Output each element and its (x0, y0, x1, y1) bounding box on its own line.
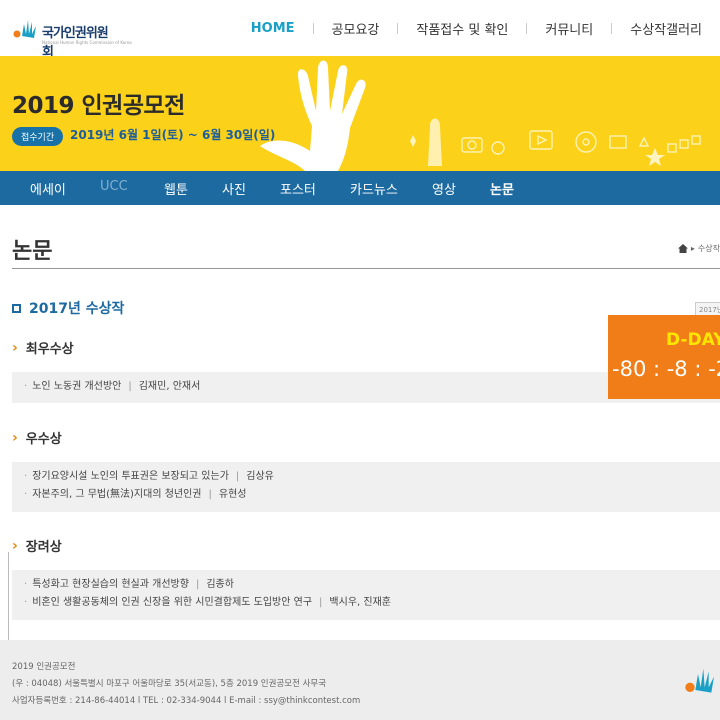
award-title: 장려상 (25, 540, 62, 555)
nav-community[interactable]: 커뮤니티 (527, 19, 611, 38)
tab-cardnews[interactable]: 카드뉴스 (350, 179, 398, 198)
banner-date-range: 2019년 6월 1일(토) ~ 6월 30일(일) (70, 128, 276, 142)
year-select-tab[interactable]: 2017년 (695, 302, 720, 316)
chevron-right-icon: › (12, 537, 18, 554)
footer-contact: 사업자등록번호 : 214-86-44014 l TEL : 02-334-90… (12, 696, 361, 706)
list-item[interactable]: · 특성화고 현장실습의 현실과 개선방향 | 김종하 (24, 576, 708, 594)
bullet-icon: · (24, 597, 28, 608)
award-heading: › 최우수상 (12, 338, 74, 358)
category-tabs: 에세이 UCC 웹툰 사진 포스터 카드뉴스 영상 논문 (0, 171, 720, 205)
breadcrumb-item[interactable]: 수상작 (698, 243, 720, 254)
work-title: 자본주의, 그 무법(無法)지대의 청년인권 (32, 489, 202, 500)
bullet-icon: · (24, 489, 28, 500)
bullet-icon: · (24, 471, 28, 482)
hero-banner: 2019 인권공모전 접수기간 2019년 6월 1일(토) ~ 6월 30일(… (0, 56, 720, 171)
hand-illustration-icon (260, 60, 366, 171)
award-title: 우수상 (25, 432, 62, 447)
chevron-right-icon: › (12, 429, 18, 446)
work-authors: 김재민, 안재서 (138, 381, 201, 392)
list-item[interactable]: · 비혼인 생활공동체의 인권 신장을 위한 시민결합제도 도입방안 연구 | 백시우… (24, 594, 708, 612)
tab-ucc[interactable]: UCC (100, 179, 128, 194)
award-entry-list: · 장기요양시설 노인의 투표권은 보장되고 있는가 | 김상유 · 자본주의, 그 무… (12, 462, 720, 512)
nav-home[interactable]: HOME (233, 21, 313, 36)
work-title: 특성화고 현장실습의 현실과 개선방향 (32, 579, 189, 590)
year-heading-text: 2017년 수상작 (29, 301, 125, 317)
square-bullet-icon (12, 303, 21, 313)
work-authors: 김종하 (206, 579, 234, 590)
title-divider (12, 268, 720, 269)
nav-submission[interactable]: 작품접수 및 확인 (398, 19, 526, 38)
separator: | (235, 471, 240, 482)
logo-hand-icon (13, 20, 36, 38)
footer-address: (우 : 04048) 서울특별시 마포구 어울마당로 35(서교동), 5층 … (12, 679, 327, 689)
list-item[interactable]: · 자본주의, 그 무법(無法)지대의 청년인권 | 유현성 (24, 486, 708, 504)
work-title: 장기요양시설 노인의 투표권은 보장되고 있는가 (32, 471, 229, 482)
tab-video[interactable]: 영상 (432, 179, 456, 198)
tab-thesis[interactable]: 논문 (490, 179, 514, 198)
site-header: 국가인권위원회 National Human Rights Commission… (0, 0, 720, 60)
chevron-right-icon: › (12, 339, 18, 356)
logo-hand-icon (685, 668, 714, 693)
award-title: 최우수상 (25, 342, 74, 357)
work-authors: 김상유 (246, 471, 274, 482)
separator: | (195, 579, 200, 590)
dday-widget[interactable]: D-DAY -80 : -8 : -2 (608, 315, 720, 399)
bullet-icon: · (24, 381, 28, 392)
footer-logo (682, 658, 720, 698)
period-badge: 접수기간 (12, 127, 64, 146)
list-item[interactable]: · 장기요양시설 노인의 투표권은 보장되고 있는가 | 김상유 (24, 468, 708, 486)
nav-gallery[interactable]: 수상작갤러리 (612, 19, 720, 38)
tab-poster[interactable]: 포스터 (280, 179, 316, 198)
dday-countdown: -80 : -8 : -2 (612, 357, 720, 381)
separator: | (319, 597, 323, 608)
main-nav: HOME 공모요강 작품접수 및 확인 커뮤니티 수상작갤러리 (233, 0, 720, 56)
site-footer: 2019 인권공모전 (우 : 04048) 서울특별시 마포구 어울마당로 3… (0, 640, 720, 720)
award-heading: › 장려상 (12, 536, 62, 556)
separator: | (128, 381, 132, 392)
tab-essay[interactable]: 에세이 (30, 179, 66, 198)
year-heading: 2017년 수상작 (12, 298, 124, 318)
breadcrumb: ▸ 수상작 (677, 243, 720, 254)
work-authors: 유현성 (218, 489, 247, 500)
bullet-icon: · (24, 579, 28, 590)
award-entry-list: · 특성화고 현장실습의 현실과 개선방향 | 김종하 · 비혼인 생활공동체의 인권 … (12, 570, 720, 620)
list-item[interactable]: · 노인 노동권 개선방안 | 김재민, 안재서 (24, 378, 708, 396)
award-heading: › 우수상 (12, 428, 62, 448)
work-title: 노인 노동권 개선방안 (32, 381, 122, 392)
nav-guidelines[interactable]: 공모요강 (314, 19, 398, 38)
tab-photo[interactable]: 사진 (222, 179, 246, 198)
page-title: 논문 (12, 239, 53, 264)
footer-org: 2019 인권공모전 (12, 662, 76, 672)
site-logo[interactable]: 국가인권위원회 National Human Rights Commission… (12, 8, 132, 60)
banner-title: 2019 인권공모전 (12, 93, 185, 119)
tab-webtoon[interactable]: 웹툰 (164, 179, 188, 198)
work-authors: 백시우, 진재훈 (329, 597, 391, 608)
home-icon[interactable] (677, 244, 688, 253)
dday-label: D-DAY (666, 330, 720, 350)
decorative-icons (410, 118, 701, 166)
separator: | (208, 489, 212, 500)
logo-subtitle: National Human Rights Commission of Kore… (42, 40, 132, 45)
work-title: 비혼인 생활공동체의 인권 신장을 위한 시민결합제도 도입방안 연구 (32, 597, 313, 608)
breadcrumb-arrow-icon: ▸ (690, 244, 695, 253)
